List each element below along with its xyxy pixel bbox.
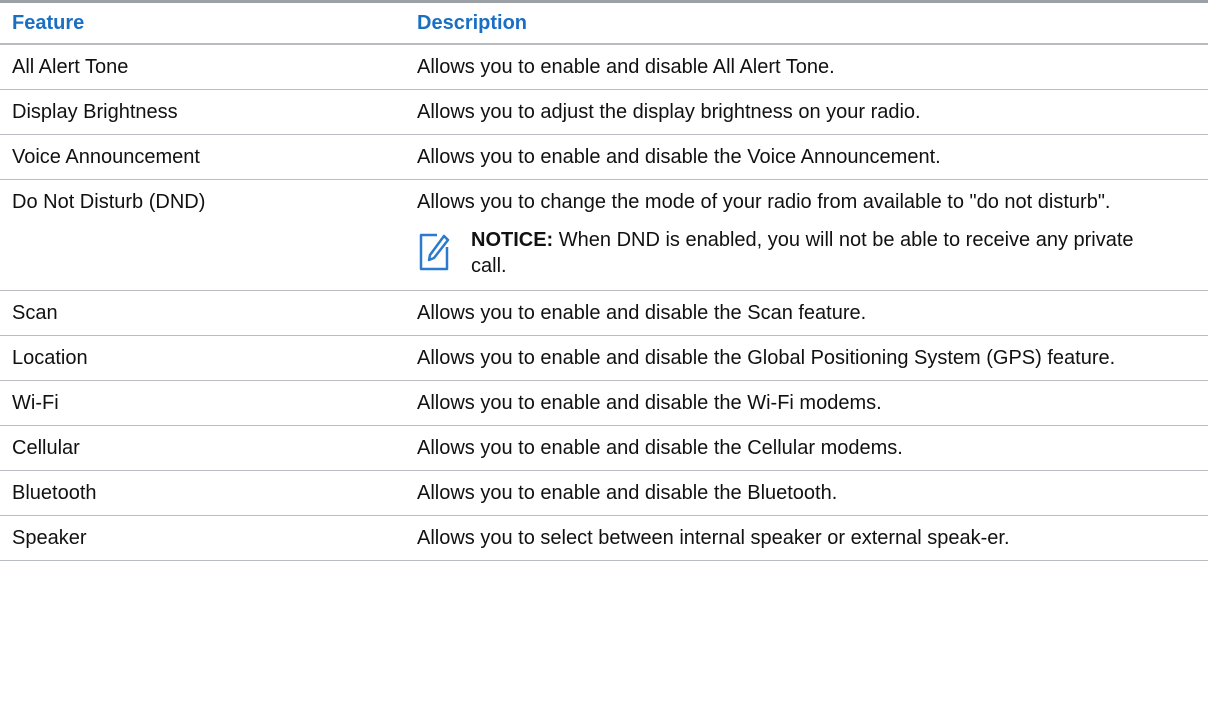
description-cell: Allows you to enable and disable the Wi-… — [417, 392, 882, 414]
header-feature: Feature — [12, 11, 85, 34]
feature-cell: Wi-Fi — [12, 392, 59, 414]
feature-cell: All Alert Tone — [12, 56, 129, 78]
feature-cell: Do Not Disturb (DND) — [12, 191, 206, 213]
feature-cell: Display Brightness — [12, 101, 178, 123]
description-cell: Allows you to enable and disable All Ale… — [417, 56, 835, 78]
description-cell: Allows you to enable and disable the Glo… — [417, 347, 1116, 369]
table-row: Speaker Allows you to select between int… — [0, 516, 1208, 561]
feature-cell: Scan — [12, 302, 58, 324]
notice-pencil-icon — [419, 233, 450, 271]
description-cell: Allows you to enable and disable the Blu… — [417, 482, 838, 504]
table-row: Voice Announcement Allows you to enable … — [0, 135, 1208, 180]
description-text: Allows you to change the mode of your ra… — [417, 191, 1111, 213]
description-cell: Allows you to enable and disable the Cel… — [417, 437, 903, 459]
description-cell: Allows you to adjust the display brightn… — [417, 101, 921, 123]
notice-box: NOTICE: When DND is enabled, you will no… — [417, 227, 1168, 279]
description-cell: Allows you to enable and disable the Sca… — [417, 302, 867, 324]
table-row: Bluetooth Allows you to enable and disab… — [0, 471, 1208, 516]
table-row: Cellular Allows you to enable and disabl… — [0, 426, 1208, 471]
feature-cell: Voice Announcement — [12, 146, 200, 168]
notice-body: When DND is enabled, you will not be abl… — [471, 229, 1134, 277]
table-row: Scan Allows you to enable and disable th… — [0, 291, 1208, 336]
description-cell: Allows you to select between internal sp… — [417, 527, 1010, 549]
feature-table: Feature Description All Alert Tone Allow… — [0, 0, 1208, 561]
notice-text: NOTICE: When DND is enabled, you will no… — [471, 227, 1168, 279]
description-cell: Allows you to enable and disable the Voi… — [417, 146, 941, 168]
table-row: Display Brightness Allows you to adjust … — [0, 90, 1208, 135]
header-description: Description — [417, 11, 528, 34]
notice-label: NOTICE: — [471, 229, 554, 251]
description-cell: Allows you to change the mode of your ra… — [405, 180, 1208, 290]
feature-cell: Cellular — [12, 437, 80, 459]
table-row: Do Not Disturb (DND) Allows you to chang… — [0, 180, 1208, 291]
feature-cell: Location — [12, 347, 88, 369]
table-row: All Alert Tone Allows you to enable and … — [0, 45, 1208, 90]
table-header-row: Feature Description — [0, 3, 1208, 45]
feature-cell: Bluetooth — [12, 482, 97, 504]
table-row: Location Allows you to enable and disabl… — [0, 336, 1208, 381]
table-row: Wi-Fi Allows you to enable and disable t… — [0, 381, 1208, 426]
feature-cell: Speaker — [12, 527, 87, 549]
